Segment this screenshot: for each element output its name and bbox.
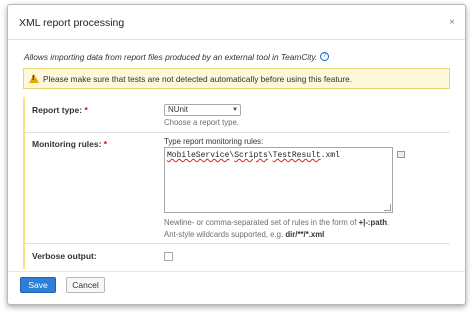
report-type-select[interactable]: NUnit ▼ (164, 104, 241, 116)
required-marker: * (84, 105, 88, 115)
help-icon[interactable]: ? (320, 52, 330, 61)
dialog-description: Allows importing data from report files … (24, 52, 330, 62)
monitoring-rules-caption: Type report monitoring rules: (164, 137, 264, 146)
report-type-label: Report type: * (32, 105, 88, 115)
chevron-down-icon: ▼ (232, 107, 238, 113)
dialog-title: XML report processing (19, 17, 125, 29)
footer-divider (8, 271, 465, 272)
xml-report-processing-dialog: XML report processing × Allows importing… (7, 4, 466, 305)
monitoring-rules-label: Monitoring rules: * (32, 139, 108, 149)
settings-form: Report type: * NUnit ▼ Choose a report t… (23, 97, 450, 269)
row-divider (25, 243, 450, 244)
warning-text: Please make sure that tests are not dete… (43, 74, 353, 84)
report-type-hint: Choose a report type. (164, 118, 239, 127)
expand-editor-icon[interactable] (397, 151, 405, 158)
monitoring-rules-hint-1: Newline- or comma-separated set of rules… (164, 218, 390, 227)
cancel-button[interactable]: Cancel (66, 277, 105, 293)
verbose-output-label: Verbose output: (32, 251, 97, 261)
dialog-titlebar: XML report processing × (8, 5, 465, 40)
description-text: Allows importing data from report files … (24, 52, 318, 62)
monitoring-rules-hint-2: Ant-style wildcards supported, e.g. dir/… (164, 230, 325, 239)
verbose-output-checkbox[interactable] (164, 252, 173, 261)
close-icon[interactable]: × (449, 17, 455, 28)
resize-handle[interactable] (384, 204, 391, 211)
warning-banner: ! Please make sure that tests are not de… (23, 68, 450, 89)
warning-icon: ! (29, 74, 39, 83)
report-type-value: NUnit (168, 105, 189, 114)
row-divider (25, 132, 450, 133)
save-button[interactable]: Save (20, 277, 56, 293)
monitoring-rules-textarea[interactable]: MobileService\Scripts\TestResult.xml (164, 147, 393, 213)
required-marker: * (103, 139, 108, 149)
